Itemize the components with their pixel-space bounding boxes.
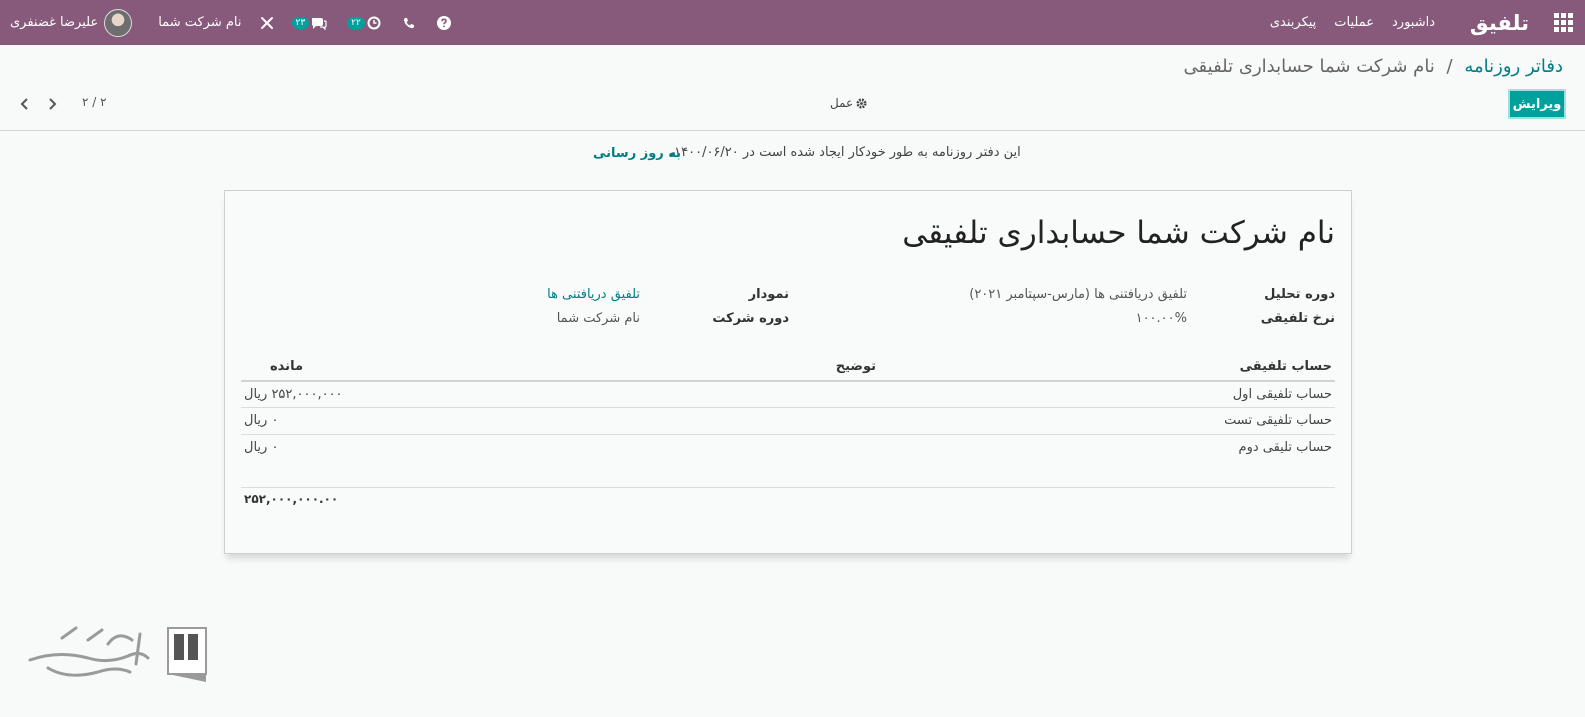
action-label: عمل — [830, 96, 854, 110]
breadcrumb-separator: / — [1446, 56, 1453, 77]
debug-tools[interactable] — [260, 16, 274, 30]
account-name: حساب تلفیقی اول — [1232, 387, 1332, 402]
help-button[interactable] — [436, 15, 451, 30]
total-divider — [241, 487, 1335, 488]
watermark-logo — [28, 626, 207, 682]
company-period-label: دوره شرکت — [712, 311, 789, 326]
company-name: نام شرکت شما — [158, 15, 242, 30]
company-period-value: نام شرکت شما — [556, 311, 640, 326]
clock-icon — [367, 16, 381, 29]
chevron-right-icon[interactable] — [47, 97, 57, 111]
activities-badge: ۲۲ — [347, 16, 365, 29]
update-link[interactable]: به روز رسانی — [593, 146, 681, 161]
breadcrumb-current: نام شرکت شما حسابداری تلفیقی — [1183, 56, 1435, 77]
table-header-divider — [241, 380, 1335, 382]
pager-value[interactable]: ۲ / ۲ — [82, 95, 107, 109]
account-name: حساب تلیقی دوم — [1238, 440, 1332, 455]
phone-icon — [403, 17, 414, 28]
breadcrumb: دفاتر روزنامه / نام شرکت شما حسابداری تل… — [1184, 56, 1563, 77]
table-total: ۲۵۲,۰۰۰,۰۰۰.۰۰ — [244, 492, 339, 506]
avatar — [104, 8, 133, 37]
period-label: دوره تحلیل — [1264, 287, 1335, 302]
chevron-left-icon[interactable] — [20, 97, 30, 111]
action-dropdown[interactable]: عمل — [830, 96, 867, 110]
top-navbar: تلفیق داشبورد عملیات پیکربندی علیرضا غضن… — [0, 0, 1585, 45]
form-sheet: نام شرکت شما حسابداری تلفیقی دوره تحلیل … — [224, 190, 1352, 554]
question-icon — [436, 15, 451, 30]
messages-menu[interactable]: ۲۳ — [291, 16, 328, 30]
rate-label: نرخ تلفیقی — [1260, 311, 1335, 326]
breadcrumb-parent[interactable]: دفاتر روزنامه — [1464, 56, 1563, 77]
column-header-balance[interactable]: مانده — [270, 359, 303, 374]
menu-item-dashboard[interactable]: داشبورد — [1392, 15, 1435, 30]
systray: علیرضا غضنفری نام شرکت شما ۲۳ ۲۲ — [10, 0, 451, 45]
auto-created-message: این دفتر روزنامه به طور خودکار ایجاد شده… — [670, 145, 1021, 160]
row-divider — [241, 407, 1335, 408]
account-balance: ۲۵۲,۰۰۰,۰۰۰ ریال — [244, 387, 343, 402]
rate-value: ۱۰۰.۰۰% — [1135, 311, 1187, 326]
account-balance: ۰ ریال — [244, 440, 279, 455]
app-brand[interactable]: تلفیق — [1470, 0, 1529, 45]
voip-button[interactable] — [403, 17, 415, 29]
apps-grid-icon[interactable] — [1554, 0, 1573, 45]
tools-icon — [260, 16, 273, 29]
chart-label: نمودار — [748, 287, 789, 302]
column-header-account[interactable]: حساب تلفیقی — [1240, 359, 1332, 374]
row-divider — [241, 434, 1335, 435]
menu-item-configuration[interactable]: پیکربندی — [1270, 15, 1316, 30]
edit-button[interactable]: ویرایش — [1508, 89, 1566, 119]
gear-icon — [856, 97, 867, 109]
column-header-description[interactable]: توضیح — [836, 359, 876, 374]
chart-value[interactable]: تلفیق دریافتنی ها — [547, 287, 640, 302]
control-panel-divider — [0, 130, 1585, 131]
period-value: تلفیق دریافتنی ها (مارس-سپتامبر ۲۰۲۱) — [969, 287, 1187, 302]
menu-item-operations[interactable]: عملیات — [1334, 15, 1374, 30]
company-switcher[interactable]: نام شرکت شما — [158, 15, 241, 30]
messages-badge: ۲۳ — [291, 16, 310, 29]
user-name: علیرضا غضنفری — [10, 15, 99, 30]
user-menu[interactable]: علیرضا غضنفری — [10, 8, 133, 37]
activities-menu[interactable]: ۲۲ — [347, 16, 381, 30]
main-menu: داشبورد عملیات پیکربندی — [1252, 0, 1435, 45]
chat-icon — [312, 17, 327, 30]
account-balance: ۰ ریال — [244, 413, 279, 428]
record-title: نام شرکت شما حسابداری تلفیقی — [902, 215, 1335, 251]
account-name: حساب تلفیقی تست — [1224, 413, 1332, 428]
